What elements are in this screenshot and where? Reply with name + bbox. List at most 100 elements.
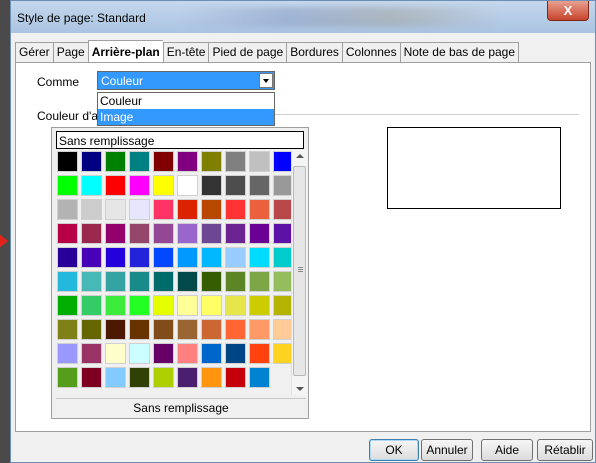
color-swatch[interactable] [249, 367, 270, 388]
color-swatch[interactable] [105, 151, 126, 172]
color-swatch[interactable] [201, 343, 222, 364]
color-swatch[interactable] [129, 223, 150, 244]
color-swatch[interactable] [249, 295, 270, 316]
color-swatch[interactable] [129, 343, 150, 364]
scroll-thumb[interactable] [293, 166, 306, 376]
color-swatch[interactable] [153, 271, 174, 292]
tab-page[interactable]: Page [52, 42, 88, 62]
color-swatch[interactable] [105, 247, 126, 268]
color-swatch[interactable] [81, 223, 102, 244]
scroll-down-icon[interactable] [296, 387, 304, 391]
color-swatch[interactable] [177, 367, 198, 388]
color-swatch[interactable] [81, 319, 102, 340]
color-swatch[interactable] [201, 223, 222, 244]
dropdown-option-image[interactable]: Image [98, 109, 274, 125]
color-swatch[interactable] [57, 271, 78, 292]
color-swatch[interactable] [81, 295, 102, 316]
color-swatch[interactable] [177, 295, 198, 316]
color-swatch[interactable] [57, 295, 78, 316]
color-swatch[interactable] [153, 199, 174, 220]
comme-select[interactable]: Couleur [97, 71, 275, 90]
color-swatch[interactable] [105, 199, 126, 220]
color-swatch[interactable] [105, 295, 126, 316]
color-swatch[interactable] [105, 367, 126, 388]
color-swatch[interactable] [249, 343, 270, 364]
color-swatch[interactable] [225, 343, 246, 364]
color-swatch[interactable] [153, 175, 174, 196]
color-swatch[interactable] [201, 367, 222, 388]
color-swatch[interactable] [57, 223, 78, 244]
color-swatch[interactable] [177, 271, 198, 292]
color-swatch[interactable] [225, 199, 246, 220]
color-swatch[interactable] [153, 223, 174, 244]
color-swatch[interactable] [225, 295, 246, 316]
color-swatch[interactable] [249, 271, 270, 292]
tab-arrière-plan[interactable]: Arrière-plan [87, 40, 163, 62]
color-swatch[interactable] [57, 343, 78, 364]
color-swatch[interactable] [201, 151, 222, 172]
color-swatch[interactable] [129, 295, 150, 316]
color-swatch[interactable] [129, 199, 150, 220]
color-swatch[interactable] [81, 199, 102, 220]
color-swatch[interactable] [249, 223, 270, 244]
color-swatch[interactable] [57, 175, 78, 196]
color-swatch[interactable] [177, 247, 198, 268]
color-swatch[interactable] [177, 151, 198, 172]
color-swatch[interactable] [177, 199, 198, 220]
color-swatch[interactable] [81, 271, 102, 292]
color-swatch[interactable] [201, 271, 222, 292]
color-swatch[interactable] [105, 343, 126, 364]
color-swatch[interactable] [153, 343, 174, 364]
color-swatch[interactable] [225, 223, 246, 244]
color-swatch[interactable] [105, 223, 126, 244]
color-swatch[interactable] [201, 199, 222, 220]
color-swatch[interactable] [153, 367, 174, 388]
color-swatch[interactable] [57, 199, 78, 220]
color-swatch[interactable] [201, 247, 222, 268]
color-swatch[interactable] [225, 319, 246, 340]
color-swatch[interactable] [249, 175, 270, 196]
color-swatch[interactable] [177, 175, 198, 196]
color-swatch[interactable] [177, 343, 198, 364]
tab-bordures[interactable]: Bordures [286, 42, 342, 62]
chevron-down-icon[interactable] [259, 73, 273, 88]
color-swatch[interactable] [249, 319, 270, 340]
color-swatch[interactable] [153, 247, 174, 268]
color-swatch[interactable] [129, 319, 150, 340]
color-swatch[interactable] [201, 175, 222, 196]
annuler-button[interactable]: Annuler [421, 439, 473, 461]
color-swatch[interactable] [105, 319, 126, 340]
tab-en-tête[interactable]: En-tête [162, 42, 209, 62]
color-swatch[interactable] [225, 367, 246, 388]
color-swatch[interactable] [105, 175, 126, 196]
no-fill-field[interactable]: Sans remplissage [56, 131, 304, 149]
color-swatch[interactable] [225, 175, 246, 196]
tab-colonnes[interactable]: Colonnes [341, 42, 400, 62]
color-swatch[interactable] [153, 151, 174, 172]
color-swatch[interactable] [225, 271, 246, 292]
dropdown-option-couleur[interactable]: Couleur [98, 93, 274, 109]
color-swatch[interactable] [57, 247, 78, 268]
color-swatch[interactable] [57, 319, 78, 340]
color-swatch[interactable] [81, 175, 102, 196]
color-swatch[interactable] [57, 151, 78, 172]
aide-button[interactable]: Aide [481, 439, 533, 461]
color-swatch[interactable] [129, 151, 150, 172]
color-swatch[interactable] [105, 271, 126, 292]
color-swatch[interactable] [129, 175, 150, 196]
retablir-button[interactable]: Rétablir [537, 439, 593, 461]
scroll-up-icon[interactable] [296, 154, 304, 158]
tab-note-de-bas-de-page[interactable]: Note de bas de page [399, 42, 520, 62]
color-swatch[interactable] [201, 319, 222, 340]
color-swatch[interactable] [81, 343, 102, 364]
color-swatch[interactable] [225, 247, 246, 268]
color-swatch[interactable] [129, 271, 150, 292]
palette-scrollbar[interactable] [291, 150, 307, 395]
color-swatch[interactable] [249, 247, 270, 268]
ok-button[interactable]: OK [369, 439, 419, 461]
color-swatch[interactable] [249, 199, 270, 220]
color-swatch[interactable] [129, 247, 150, 268]
color-swatch[interactable] [249, 151, 270, 172]
color-swatch[interactable] [153, 319, 174, 340]
color-swatch[interactable] [225, 151, 246, 172]
